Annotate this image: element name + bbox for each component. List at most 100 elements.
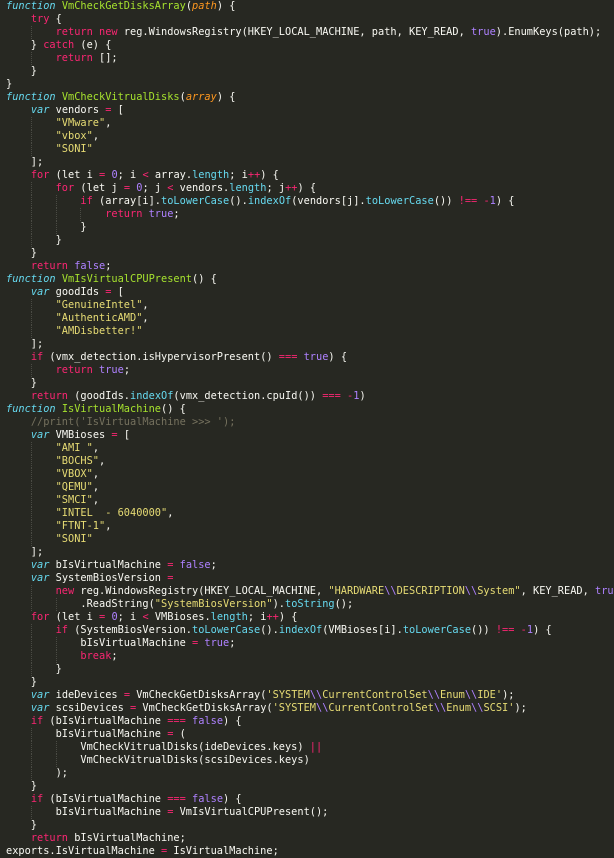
- code-line[interactable]: return [];: [0, 52, 614, 65]
- code-line[interactable]: try {: [0, 13, 614, 26]
- code-line[interactable]: "vbox",: [0, 130, 614, 143]
- indent-guide: [30, 312, 32, 325]
- code-line[interactable]: }: [0, 377, 614, 390]
- code-line[interactable]: "AMI ",: [0, 442, 614, 455]
- code-line[interactable]: for (let j = 0; j < vendors.length; j++)…: [0, 182, 614, 195]
- code-token: return: [30, 390, 69, 402]
- code-token: VmCheckVitrualDisks(ideDevices.keys): [6, 741, 310, 753]
- code-line[interactable]: VmCheckVitrualDisks(ideDevices.keys) ||: [0, 741, 614, 754]
- code-line[interactable]: new reg.WindowsRegistry(HKEY_LOCAL_MACHI…: [0, 585, 614, 598]
- code-line[interactable]: var scsiDevices = VmCheckGetDisksArray('…: [0, 702, 614, 715]
- code-line[interactable]: return true;: [0, 208, 614, 221]
- code-editor[interactable]: function VmCheckGetDisksArray(path) { tr…: [0, 0, 614, 857]
- code-line[interactable]: if (vmx_detection.isHypervisorPresent() …: [0, 351, 614, 364]
- code-line[interactable]: for (let i = 0; i < VMBioses.length; i++…: [0, 611, 614, 624]
- code-line[interactable]: function IsVirtualMachine() {: [0, 403, 614, 416]
- code-line[interactable]: return true;: [0, 364, 614, 377]
- code-line[interactable]: function VmCheckVitrualDisks(array) {: [0, 91, 614, 104]
- code-line[interactable]: );: [0, 767, 614, 780]
- code-line[interactable]: "AuthenticAMD",: [0, 312, 614, 325]
- code-line[interactable]: "SMCI",: [0, 494, 614, 507]
- code-token: for: [55, 182, 75, 194]
- code-line[interactable]: }: [0, 819, 614, 832]
- code-token: ,: [99, 455, 106, 467]
- code-token: "VMware": [55, 117, 106, 129]
- code-line[interactable]: }: [0, 663, 614, 676]
- code-line[interactable]: var VMBioses = [: [0, 429, 614, 442]
- code-token: , KEY_READ,: [520, 585, 596, 597]
- code-line[interactable]: return bIsVirtualMachine;: [0, 832, 614, 845]
- code-token: }: [6, 221, 87, 233]
- code-token: toLowerCase: [402, 624, 472, 636]
- code-line[interactable]: bIsVirtualMachine = VmIsVirtualCPUPresen…: [0, 806, 614, 819]
- code-line[interactable]: VmCheckVitrualDisks(scsiDevices.keys): [0, 754, 614, 767]
- code-token: ): [359, 390, 366, 402]
- code-line[interactable]: if (bIsVirtualMachine === false) {: [0, 793, 614, 806]
- code-line[interactable]: "BOCHS",: [0, 455, 614, 468]
- code-token: for: [30, 169, 50, 181]
- indent-guide: [30, 624, 32, 637]
- code-line[interactable]: var SystemBiosVersion =: [0, 572, 614, 585]
- code-token: (let i: [49, 169, 100, 181]
- code-token: false: [74, 260, 106, 272]
- code-line[interactable]: ];: [0, 338, 614, 351]
- code-line[interactable]: "SONI": [0, 533, 614, 546]
- code-line[interactable]: return (goodIds.indexOf(vmx_detection.cp…: [0, 390, 614, 403]
- code-line[interactable]: break;: [0, 650, 614, 663]
- code-line[interactable]: }: [0, 78, 614, 91]
- code-line[interactable]: "GenuineIntel",: [0, 299, 614, 312]
- code-line[interactable]: exports.IsVirtualMachine = IsVirtualMach…: [0, 845, 614, 858]
- code-token: true: [303, 351, 329, 363]
- code-line[interactable]: if (bIsVirtualMachine === false) {: [0, 715, 614, 728]
- code-line[interactable]: } catch (e) {: [0, 39, 614, 52]
- code-token: true: [204, 637, 230, 649]
- code-token: ,: [105, 520, 112, 532]
- code-token: var: [30, 559, 50, 571]
- code-token: }: [6, 663, 62, 675]
- code-line[interactable]: .ReadString("SystemBiosVersion").toStrin…: [0, 598, 614, 611]
- code-line[interactable]: var goodIds = [: [0, 286, 614, 299]
- code-line[interactable]: function VmIsVirtualCPUPresent() {: [0, 273, 614, 286]
- code-line[interactable]: bIsVirtualMachine = true;: [0, 637, 614, 650]
- code-line[interactable]: "VBOX",: [0, 468, 614, 481]
- code-line[interactable]: }: [0, 65, 614, 78]
- indent-guide: [30, 520, 32, 533]
- code-token: array: [185, 91, 217, 103]
- code-line[interactable]: "VMware",: [0, 117, 614, 130]
- code-line[interactable]: }: [0, 221, 614, 234]
- code-token: (let j: [74, 182, 124, 194]
- code-token: ++: [247, 169, 261, 181]
- code-line[interactable]: "SONI": [0, 143, 614, 156]
- code-line[interactable]: }: [0, 676, 614, 689]
- code-line[interactable]: var ideDevices = VmCheckGetDisksArray('S…: [0, 689, 614, 702]
- code-token: ];: [6, 156, 44, 168]
- code-line[interactable]: "QEMU",: [0, 481, 614, 494]
- code-line[interactable]: var bIsVirtualMachine = false;: [0, 559, 614, 572]
- code-line[interactable]: ];: [0, 156, 614, 169]
- code-line[interactable]: for (let i = 0; i < array.length; i++) {: [0, 169, 614, 182]
- code-line[interactable]: function VmCheckGetDisksArray(path) {: [0, 0, 614, 13]
- code-token: new: [55, 585, 75, 597]
- indent-guide: [55, 598, 57, 611]
- code-token: (array[i].: [92, 195, 162, 207]
- code-line[interactable]: if (array[i].toLowerCase().indexOf(vendo…: [0, 195, 614, 208]
- code-line[interactable]: "FTNT-1",: [0, 520, 614, 533]
- code-line[interactable]: bIsVirtualMachine = (: [0, 728, 614, 741]
- code-line[interactable]: }: [0, 780, 614, 793]
- code-token: (bIsVirtualMachine: [43, 793, 168, 805]
- code-line[interactable]: }: [0, 247, 614, 260]
- code-line[interactable]: "INTEL - 6040000",: [0, 507, 614, 520]
- code-line[interactable]: var vendors = [: [0, 104, 614, 117]
- indent-guide: [30, 130, 32, 143]
- code-line[interactable]: if (SystemBiosVersion.toLowerCase().inde…: [0, 624, 614, 637]
- code-token: "VBOX": [55, 468, 93, 480]
- code-line[interactable]: ];: [0, 546, 614, 559]
- code-token: length: [192, 169, 230, 181]
- code-line[interactable]: return false;: [0, 260, 614, 273]
- code-line[interactable]: }: [0, 234, 614, 247]
- code-line[interactable]: "AMDisbetter!": [0, 325, 614, 338]
- code-line[interactable]: //print('IsVirtualMachine >>> ');: [0, 416, 614, 429]
- code-line[interactable]: return new reg.WindowsRegistry(HKEY_LOCA…: [0, 26, 614, 39]
